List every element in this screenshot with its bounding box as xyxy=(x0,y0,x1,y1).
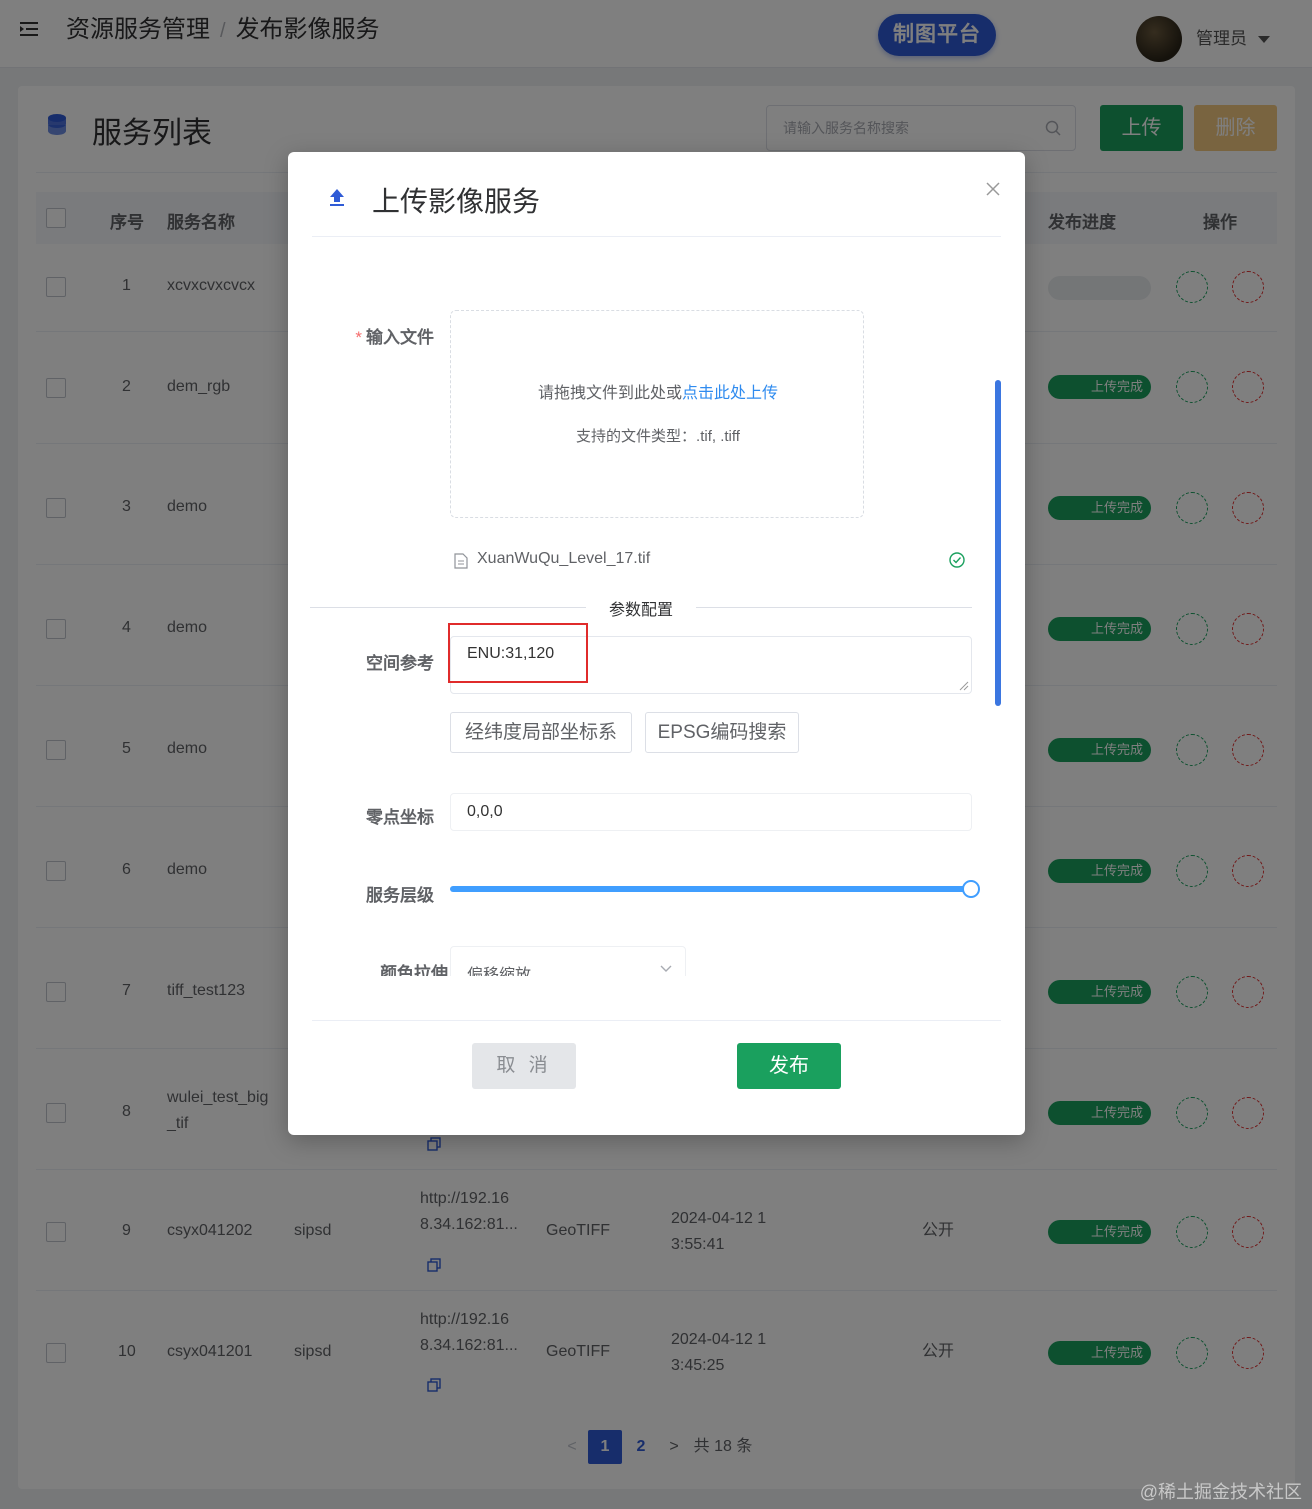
local-coord-button[interactable]: 经纬度局部坐标系 xyxy=(450,712,632,753)
spatial-ref-textarea[interactable]: ENU:31,120 xyxy=(451,637,971,693)
dialog-title: 上传影像服务 xyxy=(372,186,541,217)
cancel-button[interactable]: 取 消 xyxy=(472,1043,576,1089)
upload-icon xyxy=(330,189,344,206)
level-label: 服务层级 xyxy=(366,886,434,905)
publish-button[interactable]: 发布 xyxy=(737,1043,841,1089)
chevron-down-icon xyxy=(660,965,672,972)
check-circle-icon xyxy=(949,552,965,568)
origin-field xyxy=(450,793,972,831)
section-divider-right xyxy=(696,607,972,608)
dialog-header-divider xyxy=(312,236,1001,237)
stretch-label: 颜色拉伸 xyxy=(380,964,448,976)
origin-input[interactable] xyxy=(451,794,971,830)
epsg-search-button[interactable]: EPSG编码搜索 xyxy=(645,712,799,753)
file-label-text: 输入文件 xyxy=(366,328,434,347)
scroll-clip: 颜色拉伸 偏移缩放 xyxy=(288,932,1025,976)
click-upload-link[interactable]: 点击此处上传 xyxy=(682,385,778,402)
file-label: * 输入文件 xyxy=(314,323,434,348)
section-title: 参数配置 xyxy=(608,602,673,619)
upload-dialog: 上传影像服务 * 输入文件 请拖拽文件到此处或点击此处上传 支持的文件类型：.ti… xyxy=(288,152,1025,1135)
level-slider-track[interactable] xyxy=(450,886,972,892)
close-icon[interactable] xyxy=(984,180,1002,198)
spatial-ref-field: ENU:31,120 xyxy=(450,636,972,694)
stretch-select-value: 偏移缩放 xyxy=(467,967,532,976)
origin-label: 零点坐标 xyxy=(366,808,434,827)
level-slider-handle[interactable] xyxy=(962,880,980,898)
dialog-footer-divider xyxy=(312,1020,1001,1021)
file-dropzone[interactable]: 请拖拽文件到此处或点击此处上传 支持的文件类型：.tif, .tiff xyxy=(450,310,864,518)
watermark: @稀土掘金技术社区 xyxy=(1139,1482,1302,1502)
uploaded-file-name[interactable]: XuanWuQu_Level_17.tif xyxy=(477,550,650,568)
dropzone-hint-text: 请拖拽文件到此处或 xyxy=(537,385,682,402)
resize-handle-icon[interactable] xyxy=(959,681,969,691)
spatial-ref-label: 空间参考 xyxy=(366,654,434,673)
dropzone-hint: 请拖拽文件到此处或点击此处上传 xyxy=(451,379,865,403)
required-mark: * xyxy=(355,328,362,347)
stretch-select[interactable]: 偏移缩放 xyxy=(450,946,686,976)
document-icon xyxy=(454,553,468,569)
section-divider-left xyxy=(310,607,586,608)
dialog-scrollbar[interactable] xyxy=(995,380,1001,706)
file-types-hint: 支持的文件类型：.tif, .tiff xyxy=(576,428,740,445)
